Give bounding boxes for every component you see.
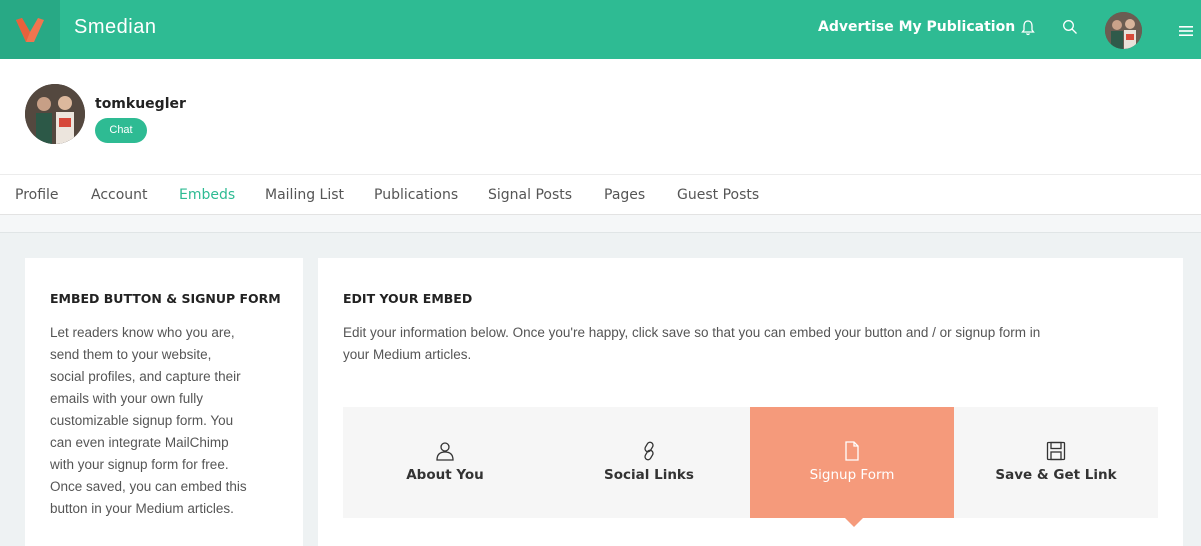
tab-save-get-link[interactable]: Save & Get Link xyxy=(954,407,1158,518)
logo-icon xyxy=(16,18,44,42)
embed-info-line: Let readers know who you are, xyxy=(50,325,235,340)
tab-signup-form-label: Signup Form xyxy=(809,467,895,483)
advertise-link[interactable]: Advertise My Publication xyxy=(818,19,1015,35)
user-avatar[interactable] xyxy=(1105,12,1142,49)
nav-tab-account[interactable]: Account xyxy=(91,187,148,203)
tab-social-links[interactable]: Social Links xyxy=(547,407,751,518)
nav-tab-embeds[interactable]: Embeds xyxy=(179,187,235,203)
nav-tab-profile[interactable]: Profile xyxy=(15,187,59,203)
embed-info-line: send them to your website, xyxy=(50,347,212,362)
embed-info-line: customizable signup form. You xyxy=(50,413,234,428)
nav-divider xyxy=(0,215,1201,233)
tab-about-you[interactable]: About You xyxy=(343,407,547,518)
edit-embed-card: EDIT YOUR EMBED Edit your information be… xyxy=(318,258,1183,546)
tab-save-get-link-label: Save & Get Link xyxy=(995,467,1117,483)
edit-embed-heading: EDIT YOUR EMBED xyxy=(343,291,473,306)
nav-tab-publications[interactable]: Publications xyxy=(374,187,458,203)
save-icon xyxy=(1046,441,1066,465)
embed-info-line: button in your Medium articles. xyxy=(50,501,234,516)
smedian-logo[interactable] xyxy=(0,0,60,59)
bell-icon[interactable] xyxy=(1020,19,1036,41)
edit-embed-line: your Medium articles. xyxy=(343,347,472,362)
embed-step-tabs: About You Social Links Signup Form Save … xyxy=(343,407,1158,527)
nav-tab-pages[interactable]: Pages xyxy=(604,187,645,203)
profile-avatar xyxy=(25,84,85,144)
embed-info-text: Let readers know who you are, send them … xyxy=(50,322,290,520)
active-tab-pointer xyxy=(845,518,863,527)
embed-info-line: emails with your own fully xyxy=(50,391,204,406)
profile-nav: Profile Account Embeds Mailing List Publ… xyxy=(0,175,1201,215)
tab-social-links-label: Social Links xyxy=(604,467,694,483)
nav-tab-mailing-list[interactable]: Mailing List xyxy=(265,187,344,203)
tab-signup-form[interactable]: Signup Form xyxy=(750,407,954,527)
chat-button[interactable]: Chat xyxy=(95,118,147,143)
user-icon xyxy=(435,441,455,465)
link-icon xyxy=(639,441,659,465)
embed-info-line: can even integrate MailChimp xyxy=(50,435,229,450)
profile-header: tomkuegler Chat xyxy=(0,59,1201,175)
hamburger-menu-icon[interactable] xyxy=(1179,22,1193,41)
brand-name[interactable]: Smedian xyxy=(74,16,156,39)
embed-info-line: Once saved, you can embed this xyxy=(50,479,247,494)
document-icon xyxy=(842,441,862,465)
top-bar: Smedian Advertise My Publication xyxy=(0,0,1201,59)
nav-tab-signal-posts[interactable]: Signal Posts xyxy=(488,187,572,203)
tab-about-you-label: About You xyxy=(406,467,484,483)
profile-username: tomkuegler xyxy=(95,96,186,112)
embed-info-heading: EMBED BUTTON & SIGNUP FORM xyxy=(50,291,281,306)
embed-info-line: with your signup form for free. xyxy=(50,457,229,472)
embed-info-card: EMBED BUTTON & SIGNUP FORM Let readers k… xyxy=(25,258,303,546)
edit-embed-line: Edit your information below. Once you're… xyxy=(343,325,1041,340)
nav-tab-guest-posts[interactable]: Guest Posts xyxy=(677,187,759,203)
search-icon[interactable] xyxy=(1062,19,1078,39)
embed-info-line: social profiles, and capture their xyxy=(50,369,241,384)
edit-embed-text: Edit your information below. Once you're… xyxy=(343,322,1173,366)
